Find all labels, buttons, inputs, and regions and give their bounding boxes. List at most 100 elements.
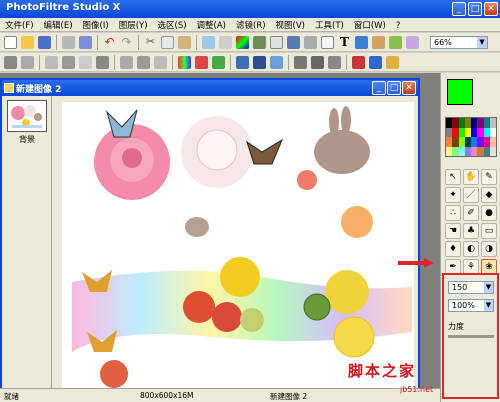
flip-horizontal-icon[interactable] (294, 56, 307, 69)
negative-icon[interactable] (154, 56, 167, 69)
zoom-select[interactable]: 66% ▼ (430, 36, 488, 49)
gamma-icon[interactable] (96, 56, 109, 69)
document-icon (4, 83, 14, 93)
brightness-icon[interactable] (45, 56, 58, 69)
menu-filter[interactable]: 滤镜(R) (231, 18, 271, 32)
blur-icon[interactable] (236, 56, 249, 69)
mask-icon[interactable] (270, 36, 283, 49)
red-channel-icon[interactable] (195, 56, 208, 69)
grayscale-icon[interactable] (120, 56, 133, 69)
sepia-icon[interactable] (137, 56, 150, 69)
saturation-icon[interactable] (79, 56, 92, 69)
orange-rose (341, 206, 373, 238)
close-button[interactable]: ✕ (484, 2, 498, 16)
effect-icon[interactable] (406, 36, 419, 49)
text-tool-icon[interactable]: T (338, 36, 351, 49)
print-icon[interactable] (62, 36, 75, 49)
blur-tool-icon[interactable]: ● (481, 205, 497, 221)
color-swatches[interactable] (445, 117, 497, 157)
stamp-icon[interactable] (389, 36, 402, 49)
lemon-2 (325, 270, 369, 314)
rotate-icon[interactable] (328, 56, 341, 69)
image-size-icon[interactable] (202, 36, 215, 49)
redo-icon[interactable]: ↷ (120, 36, 133, 49)
open-folder-icon[interactable] (21, 36, 34, 49)
opacity-select[interactable]: 100% ▼ (448, 299, 494, 312)
layer-icon[interactable] (287, 36, 300, 49)
magic-wand-icon[interactable]: ✦ (445, 187, 461, 203)
foreground-color-swatch[interactable] (447, 79, 473, 105)
canvas-size-icon[interactable] (219, 36, 232, 49)
tools-grid: ↖ ✋ ✎ ✦ ／ ◆ ∴ ✐ ● ☚ ♣ ▭ ♦ ◐ ◑ ✒ ⚘ ❀ (445, 169, 497, 275)
red-filter-icon[interactable] (352, 56, 365, 69)
spray-tool-icon[interactable]: ∴ (445, 205, 461, 221)
doc-maximize-button[interactable]: □ (387, 81, 401, 95)
paintbrush-icon[interactable]: ✐ (463, 205, 479, 221)
lemon-slice (333, 316, 375, 358)
emboss-icon[interactable] (270, 56, 283, 69)
doc-minimize-button[interactable]: _ (372, 81, 386, 95)
strength-slider[interactable] (448, 335, 494, 338)
document-title-bar: 新建图像 2 _ □ ✕ (2, 80, 418, 96)
menu-help[interactable]: ? (391, 20, 406, 32)
menu-adjust[interactable]: 调整(A) (192, 18, 231, 32)
green-channel-icon[interactable] (212, 56, 225, 69)
save-icon[interactable] (38, 36, 51, 49)
separator (39, 55, 40, 70)
frame-icon[interactable] (304, 36, 317, 49)
crop-icon[interactable] (321, 36, 334, 49)
menu-selection[interactable]: 选区(S) (153, 18, 192, 32)
clone-stamp-icon[interactable]: ♣ (463, 223, 479, 239)
eraser-tool-icon[interactable]: ▭ (481, 223, 497, 239)
sharpen-icon[interactable] (253, 56, 266, 69)
rgb-icon[interactable] (178, 56, 191, 69)
eyedropper-tool-icon[interactable]: ✎ (481, 169, 497, 185)
drop-tool-icon[interactable]: ♦ (445, 241, 461, 257)
line-tool-icon[interactable]: ／ (463, 187, 479, 203)
maximize-button[interactable]: □ (468, 2, 482, 16)
copy-icon[interactable] (161, 36, 174, 49)
doc-close-button[interactable]: ✕ (402, 81, 416, 95)
burn-tool-icon[interactable]: ◑ (481, 241, 497, 257)
auto-level-icon[interactable] (4, 56, 17, 69)
small-red-rose (297, 170, 317, 190)
filter-icon[interactable] (253, 36, 266, 49)
pear (240, 308, 264, 332)
flip-vertical-icon[interactable] (311, 56, 324, 69)
scan-icon[interactable] (79, 36, 92, 49)
image-canvas[interactable] (62, 102, 414, 388)
minimize-button[interactable]: _ (452, 2, 466, 16)
cut-icon[interactable]: ✂ (144, 36, 157, 49)
fill-icon[interactable] (355, 36, 368, 49)
blue-filter-icon[interactable] (369, 56, 382, 69)
menu-window[interactable]: 窗口(W) (349, 18, 391, 32)
brush-icon[interactable] (372, 36, 385, 49)
separator (288, 55, 289, 70)
contrast-icon[interactable] (62, 56, 75, 69)
smudge-tool-icon[interactable]: ☚ (445, 223, 461, 239)
menu-view[interactable]: 视图(V) (271, 18, 310, 32)
menu-edit[interactable]: 编辑(E) (39, 18, 78, 32)
dodge-tool-icon[interactable]: ◐ (463, 241, 479, 257)
filter-toolbar (0, 53, 500, 72)
brush-size-select[interactable]: 150 ▼ (448, 281, 494, 294)
layer-thumbnail[interactable] (7, 100, 47, 132)
menu-image[interactable]: 图像(I) (78, 18, 114, 32)
hand-tool-icon[interactable]: ✋ (463, 169, 479, 185)
fill-bucket-icon[interactable]: ◆ (481, 187, 497, 203)
yellow-filter-icon[interactable] (386, 56, 399, 69)
menu-layer[interactable]: 图层(Y) (114, 18, 153, 32)
photofiltre-window: PhotoFiltre Studio X _ □ ✕ 文件(F) 编辑(E) 图像(… (0, 0, 500, 402)
new-file-icon[interactable] (4, 36, 17, 49)
status-text: 就绪 (4, 392, 19, 401)
arrow-tool-icon[interactable]: ↖ (445, 169, 461, 185)
menu-file[interactable]: 文件(F) (0, 18, 39, 32)
title-bar: PhotoFiltre Studio X _ □ ✕ (0, 0, 500, 18)
watermark-url: jb51.net (400, 385, 434, 394)
auto-contrast-icon[interactable] (21, 56, 34, 69)
layer-thumbnail-image (11, 105, 42, 128)
undo-icon[interactable]: ↶ (103, 36, 116, 49)
paste-icon[interactable] (178, 36, 191, 49)
color-icon[interactable] (236, 36, 249, 49)
menu-tools[interactable]: 工具(T) (310, 18, 349, 32)
